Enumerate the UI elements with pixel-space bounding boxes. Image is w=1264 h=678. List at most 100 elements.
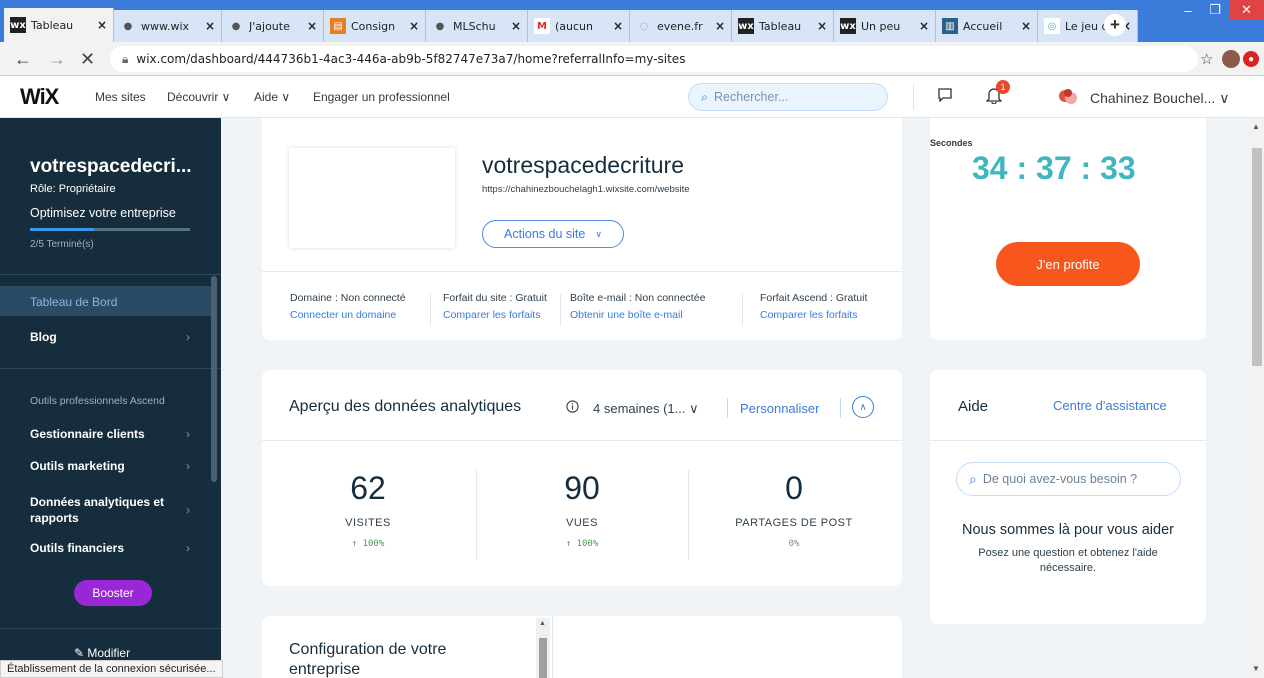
sidebar-site-name[interactable]: votrespacedecri...	[30, 156, 192, 178]
sidebar-divider	[0, 628, 221, 629]
stat-partages[interactable]: 0 PARTAGES DE POST 0%	[688, 470, 900, 549]
loading-icon: ◌	[636, 18, 652, 34]
scroll-down-icon[interactable]: ▼	[1252, 664, 1260, 673]
site-thumbnail[interactable]	[289, 148, 455, 248]
nav-decouvrir[interactable]: Découvrir ∨	[167, 90, 230, 104]
sidebar-item-donnees-analytiques[interactable]: Données analytiques et rapports ›	[30, 494, 190, 526]
config-card: Configuration de votre entreprise ▲	[262, 616, 902, 678]
sidebar-scrollbar[interactable]	[211, 276, 217, 482]
minimize-icon[interactable]: –	[1175, 0, 1201, 20]
stat-vues[interactable]: 90 VUES ↑ 100%	[476, 470, 688, 549]
close-tab-icon[interactable]: ×	[715, 19, 725, 33]
extension-icon[interactable]: ●	[1243, 51, 1259, 67]
sidebar-item-label: Blog	[30, 330, 57, 344]
browser-tab[interactable]: ● www.wix ×	[114, 10, 222, 42]
bookmark-star-icon[interactable]: ☆	[1200, 51, 1213, 69]
close-window-icon[interactable]: ✕	[1229, 0, 1264, 20]
site-actions-button[interactable]: Actions du site ∨	[482, 220, 624, 248]
promo-cta-button[interactable]: J'en profite	[996, 242, 1140, 286]
wix-logo[interactable]: WiX	[20, 84, 59, 110]
close-tab-icon[interactable]: ×	[511, 19, 521, 33]
compare-plans-link[interactable]: Comparer les forfaits	[443, 309, 547, 321]
help-text: Posez une question et obtenez l'aide néc…	[978, 547, 1158, 574]
sidebar-item-tableau-de-bord[interactable]: Tableau de Bord	[30, 295, 190, 309]
nav-aide[interactable]: Aide ∨	[254, 90, 290, 104]
close-tab-icon[interactable]: ×	[409, 19, 419, 33]
close-tab-icon[interactable]: ×	[613, 19, 623, 33]
booster-button[interactable]: Booster	[74, 580, 152, 606]
stat-label: VISITES	[345, 517, 391, 529]
help-card: Aide Centre d'assistance ⌕ De quoi avez-…	[930, 370, 1206, 624]
profile-avatar-icon[interactable]	[1222, 50, 1240, 68]
browser-tab[interactable]: wx Un peu ×	[834, 10, 936, 42]
tab-title: (aucun	[555, 19, 593, 33]
close-tab-icon[interactable]: ×	[817, 19, 827, 33]
sidebar-optimize-link[interactable]: Optimisez votre entreprise	[30, 206, 176, 220]
browser-tab[interactable]: M (aucun ×	[528, 10, 630, 42]
scroll-up-icon[interactable]: ▲	[539, 620, 546, 627]
back-icon[interactable]: ←	[14, 50, 32, 68]
card-divider	[930, 440, 1206, 441]
globe-icon: ●	[228, 18, 244, 34]
close-tab-icon[interactable]: ×	[205, 19, 215, 33]
sidebar-progress-text: 2/5 Terminé(s)	[30, 239, 94, 250]
sidebar-item-blog[interactable]: Blog ›	[30, 330, 190, 344]
nav-engager-pro[interactable]: Engager un professionnel	[313, 90, 450, 104]
browser-tab[interactable]: ● MLSchu ×	[426, 10, 528, 42]
browser-tab[interactable]: wx Tableau ×	[4, 8, 114, 42]
user-menu[interactable]: Chahinez Bouchel... ∨	[1090, 90, 1229, 107]
wix-icon: wx	[738, 18, 754, 34]
sidebar-item-outils-financiers[interactable]: Outils financiers ›	[30, 541, 190, 555]
site-url[interactable]: https://chahinezbouchelagh1.wixsite.com/…	[482, 184, 690, 195]
close-tab-icon[interactable]: ×	[307, 19, 317, 33]
sidebar-item-outils-marketing[interactable]: Outils marketing ›	[30, 459, 190, 473]
card-divider	[262, 271, 902, 272]
forward-icon[interactable]: →	[48, 50, 66, 68]
maximize-icon[interactable]: ❐	[1202, 0, 1228, 20]
get-mailbox-link[interactable]: Obtenir une boîte e-mail	[570, 309, 705, 321]
url-field[interactable]: 🔒︎ wix.com/dashboard/444736b1-4ac3-446a-…	[110, 46, 1198, 72]
site-actions-label: Actions du site	[504, 227, 586, 241]
user-avatar-icon[interactable]	[1057, 86, 1079, 108]
browser-tab-bar: wx Tableau × ● www.wix × ● J'ajoute × ▤ Consign × ● M…	[0, 0, 1264, 42]
info-icon[interactable]	[566, 400, 579, 413]
card-divider	[262, 440, 902, 441]
search-icon: ⌕	[701, 89, 709, 104]
stat-visites[interactable]: 62 VISITES ↑ 100%	[262, 470, 474, 549]
sidebar-item-gestionnaire-clients[interactable]: Gestionnaire clients ›	[30, 427, 190, 441]
period-dropdown[interactable]: 4 semaines (1... ∨	[593, 401, 699, 417]
chat-icon[interactable]	[938, 88, 952, 102]
tab-title: J'ajoute	[249, 19, 290, 33]
config-scrollbar[interactable]: ▲	[536, 618, 550, 678]
collapse-chevron-up-icon[interactable]: ∧	[852, 396, 874, 418]
site-card: votrespacedecriture https://chahinezbouc…	[262, 118, 902, 340]
scroll-thumb[interactable]	[539, 638, 547, 678]
customize-link[interactable]: Personnaliser	[740, 401, 820, 416]
help-search-input[interactable]: ⌕ De quoi avez-vous besoin ?	[956, 462, 1181, 496]
browser-tab[interactable]: ◌ evene.fr ×	[630, 10, 732, 42]
stat-change: ↑ 100%	[351, 539, 385, 549]
close-tab-icon[interactable]: ×	[1021, 19, 1031, 33]
sidebar-item-label: Gestionnaire clients	[30, 427, 145, 441]
edit-site-button[interactable]: ✎ Modifier	[74, 646, 130, 660]
close-tab-icon[interactable]: ×	[919, 19, 929, 33]
browser-tab[interactable]: ▥ Accueil ×	[936, 10, 1038, 42]
page-scrollbar[interactable]: ▲ ▼	[1249, 118, 1264, 678]
scroll-up-icon[interactable]: ▲	[1252, 122, 1260, 131]
header-search-input[interactable]: ⌕ Rechercher...	[688, 83, 888, 111]
close-tab-icon[interactable]: ×	[97, 18, 107, 32]
connect-domain-link[interactable]: Connecter un domaine	[290, 309, 406, 321]
scroll-thumb[interactable]	[1252, 148, 1262, 366]
compare-ascend-link[interactable]: Comparer les forfaits	[760, 309, 867, 321]
help-center-link[interactable]: Centre d'assistance	[1053, 398, 1167, 413]
help-search-placeholder: De quoi avez-vous besoin ?	[982, 472, 1138, 486]
nav-mes-sites[interactable]: Mes sites	[95, 90, 146, 104]
stop-loading-icon[interactable]: ✕	[80, 50, 95, 68]
tab-title: Tableau	[759, 19, 802, 33]
browser-tab[interactable]: ● J'ajoute ×	[222, 10, 324, 42]
new-tab-button[interactable]: +	[1104, 14, 1126, 36]
browser-tab[interactable]: ▤ Consign ×	[324, 10, 426, 42]
browser-tab[interactable]: wx Tableau ×	[732, 10, 834, 42]
info-label: Domaine : Non connecté	[290, 292, 406, 304]
stat-label: PARTAGES DE POST	[735, 517, 853, 529]
